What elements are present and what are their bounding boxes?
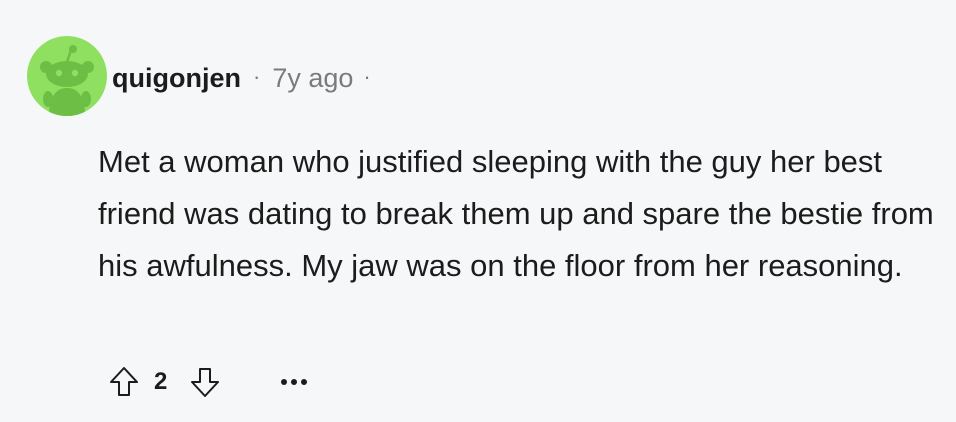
comment-actions: 2	[104, 360, 308, 404]
vote-score: 2	[154, 368, 168, 395]
meta-separator-trailing: ·	[363, 64, 371, 89]
more-options-ellipsis-icon	[281, 379, 288, 385]
downvote-button[interactable]	[185, 360, 225, 404]
comment-body: Met a woman who justified sleeping with …	[98, 144, 934, 283]
more-options-ellipsis-icon	[301, 379, 308, 385]
snoo-avatar-icon	[40, 45, 94, 116]
user-avatar[interactable]	[27, 36, 107, 116]
author-username[interactable]: quigonjen	[112, 63, 241, 94]
meta-separator: ·	[252, 64, 261, 89]
arrow-down-outline-icon	[191, 368, 220, 397]
comment-meta: quigonjen · 7y ago ·	[112, 58, 371, 98]
more-options-ellipsis-icon	[291, 379, 298, 385]
comment-card: quigonjen · 7y ago · Met a woman who jus…	[0, 0, 956, 422]
arrow-up-outline-icon	[110, 367, 138, 396]
more-options-button[interactable]	[281, 360, 308, 404]
comment-timestamp[interactable]: 7y ago	[272, 63, 353, 94]
upvote-button[interactable]	[104, 360, 144, 404]
